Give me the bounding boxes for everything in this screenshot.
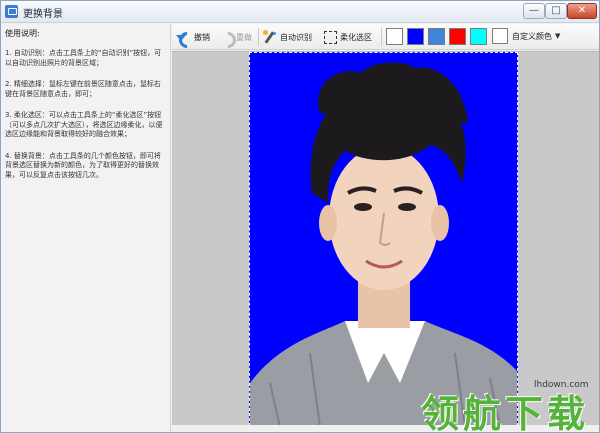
app-icon <box>5 5 18 18</box>
undo-label: 撤销 <box>194 32 210 42</box>
color-swatch-light-blue[interactable] <box>428 28 445 45</box>
color-swatch-cyan[interactable] <box>470 28 487 45</box>
magic-wand-icon <box>262 29 278 45</box>
portrait-photo[interactable] <box>249 52 518 425</box>
selection-icon <box>322 29 338 45</box>
chevron-down-icon: ▼ <box>555 32 561 40</box>
redo-icon <box>218 29 234 45</box>
help-title: 使用说明: <box>5 29 40 38</box>
app-window: 更换背景 — □ ✕ 使用说明: 1. 自动识别：点击工具条上的“自动识别”按钮… <box>0 0 600 433</box>
watermark-logo-text: 领航下载 <box>421 392 590 433</box>
color-swatch-red[interactable] <box>449 28 466 45</box>
toolbar: 撤销 重做 自动识别 柔化选区 自定义颜色 ▼ <box>172 24 599 50</box>
help-panel: 使用说明: 1. 自动识别：点击工具条上的“自动识别”按钮，可以自动识别出照片的… <box>1 24 171 432</box>
auto-detect-button[interactable]: 自动识别 <box>262 27 312 47</box>
auto-detect-label: 自动识别 <box>280 32 312 42</box>
maximize-button[interactable]: □ <box>545 3 567 19</box>
watermark-url: lhdown.com <box>534 380 589 390</box>
help-step-replace: 4. 替换背景：点击工具条的几个颜色按钮，即可将背景选区替换为新的颜色，为了取得… <box>5 151 161 179</box>
color-swatch-white[interactable] <box>386 28 403 45</box>
undo-icon <box>176 29 192 45</box>
toolbar-divider <box>381 28 382 46</box>
custom-color-button[interactable]: 自定义颜色 ▼ <box>492 28 560 44</box>
toolbar-divider <box>258 28 259 46</box>
redo-label: 重做 <box>236 32 252 42</box>
soften-selection-button[interactable]: 柔化选区 <box>322 27 372 47</box>
image-canvas[interactable] <box>172 51 599 425</box>
minimize-button[interactable]: — <box>523 3 545 19</box>
help-step-auto-detect: 1. 自动识别：点击工具条上的“自动识别”按钮，可以自动识别出照片的背景区域； <box>5 49 162 67</box>
undo-button[interactable]: 撤销 <box>176 27 210 47</box>
redo-button[interactable]: 重做 <box>218 27 252 47</box>
custom-color-label: 自定义颜色 <box>512 31 552 41</box>
close-button[interactable]: ✕ <box>567 3 597 19</box>
soften-selection-label: 柔化选区 <box>340 32 372 42</box>
window-title: 更换背景 <box>23 9 63 20</box>
title-bar: 更换背景 — □ ✕ <box>1 1 599 23</box>
help-step-soften: 3. 柔化选区：可以点击工具条上的“柔化选区”按钮（可以多点几次扩大选区），将选… <box>5 111 163 138</box>
help-step-fine-select: 2. 精细选择：鼠标左键在前景区随意点击，鼠标右键在背景区随意点击，即可； <box>5 80 161 98</box>
portrait-illustration <box>250 62 517 425</box>
color-swatch-blue[interactable] <box>407 28 424 45</box>
custom-color-swatch <box>492 28 508 44</box>
